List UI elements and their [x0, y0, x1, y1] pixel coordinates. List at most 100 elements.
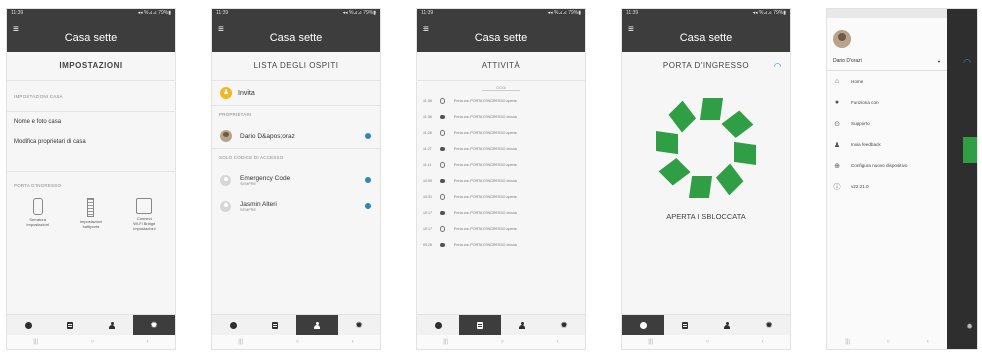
log-text: Porta con PORTA D'INGRESSO aperta — [454, 195, 517, 199]
recents-icon[interactable]: ||| — [845, 339, 850, 345]
app-bar: ≡ Casa sette — [417, 18, 585, 52]
unlocked-status-icon — [439, 98, 446, 105]
lock-status-indicator[interactable] — [622, 88, 790, 208]
info-badge-icon — [365, 133, 371, 139]
screen-settings: 11:39 ◂◂ %⊿⊿ 79%▮ ≡ Casa sette IMPOSTAZI… — [6, 8, 176, 350]
status-time: 11:39 — [626, 10, 639, 16]
app-bar: ≡ Casa sette — [212, 18, 380, 52]
guests-tab-icon — [518, 321, 526, 329]
tab-lock[interactable] — [7, 315, 49, 335]
home-circle-icon[interactable]: ○ — [501, 339, 505, 345]
recents-icon[interactable]: ||| — [238, 339, 243, 345]
guest-row[interactable]: Jasmin Alteri SEMPRE — [212, 193, 380, 219]
home-circle-icon[interactable]: ○ — [887, 339, 891, 345]
invite-row[interactable]: ♟ Invita — [212, 81, 380, 106]
home-circle-icon[interactable]: ○ — [296, 339, 300, 345]
account-selector[interactable]: Dario D'orazi ▼ — [827, 48, 947, 64]
drawer-item-home[interactable]: ⌂ Home — [827, 71, 947, 92]
log-entry: 10:17 Porta con PORTA D'INGRESSO aperta — [417, 221, 585, 237]
info-icon: ⓘ — [833, 183, 841, 191]
edit-owners-item[interactable]: Modifica proprietari di casa — [7, 137, 175, 157]
status-bar: 11:39 ◂◂ %⊿⊿ 79%▮ — [212, 9, 380, 18]
info-badge-icon — [365, 177, 371, 183]
log-text: Porta con PORTA D'INGRESSO chiusa — [454, 243, 517, 247]
bottom-nav: ✹ — [417, 314, 585, 335]
invite-label: Invita — [238, 89, 255, 97]
section-access-codes: SOLO CODICE DI ACCESSO — [219, 155, 284, 160]
screen-guest-list: 11:39 ◂◂ %⊿⊿ 79%▮ ≡ Casa sette LISTA DEG… — [211, 8, 381, 350]
add-guest-icon: ♟ — [220, 87, 232, 99]
tab-settings[interactable]: ✹ — [748, 315, 790, 335]
unlocked-status-icon — [439, 226, 446, 233]
log-entry: 10:17 Porta con PORTA D'INGRESSO chiusa — [417, 205, 585, 221]
app-title: Casa sette — [269, 32, 323, 44]
page-title: IMPOSTAZIONI — [7, 52, 175, 81]
status-time: 11:39 — [11, 10, 24, 16]
system-nav: ||| ○ ‹ — [212, 335, 380, 349]
drawer-item-add-device[interactable]: ⊕ Configura nuovo dispositivo — [827, 155, 947, 176]
tab-activity[interactable] — [459, 315, 501, 335]
drawer-item-feedback[interactable]: ♟ Invia feedback — [827, 134, 947, 155]
back-icon[interactable]: ‹ — [557, 339, 559, 345]
log-entry: 10:31 Porta con PORTA D'INGRESSO aperta — [417, 189, 585, 205]
log-text: Porta con PORTA D'INGRESSO aperta — [454, 227, 517, 231]
home-name-photo-item[interactable]: Nome e foto casa — [7, 112, 175, 137]
unlocked-status-icon — [439, 130, 446, 137]
log-entry: 11:11 Porta con PORTA D'INGRESSO aperta — [417, 157, 585, 173]
avatar — [833, 30, 851, 48]
back-icon[interactable]: ‹ — [927, 339, 929, 345]
tab-activity[interactable] — [254, 315, 296, 335]
app-title: Casa sette — [64, 32, 118, 44]
bottom-nav: ✹ — [622, 314, 790, 335]
doorbell-settings-button[interactable]: Impostazioni battiporta — [67, 198, 115, 231]
tab-guests[interactable] — [706, 315, 748, 335]
tab-lock[interactable] — [212, 315, 254, 335]
app-title: Casa sette — [474, 32, 528, 44]
avatar — [220, 130, 232, 142]
home-circle-icon[interactable]: ○ — [706, 339, 710, 345]
owner-row[interactable]: Dario D&apos;oraz — [212, 124, 380, 148]
date-label: OGGI — [482, 86, 520, 91]
lock-settings-button[interactable]: Serratura Impostazioni — [14, 198, 62, 231]
wifi-bridge-settings-button[interactable]: Connect Wi-Fi Bridge Impostazioni — [120, 198, 168, 231]
home-circle-icon[interactable]: ○ — [91, 339, 95, 345]
app-bar: ≡ Casa sette — [622, 18, 790, 52]
recents-icon[interactable]: ||| — [648, 339, 653, 345]
log-entry: 11:38 Porta con PORTA D'INGRESSO aperta — [417, 93, 585, 109]
back-icon[interactable]: ‹ — [352, 339, 354, 345]
tab-settings[interactable]: ✹ — [133, 315, 175, 335]
status-time: 11:39 — [216, 10, 229, 16]
log-entry: 11:36 Porta con PORTA D'INGRESSO chiusa — [417, 109, 585, 125]
settings-tab-icon: ✹ — [150, 319, 158, 330]
back-icon[interactable]: ‹ — [762, 339, 764, 345]
home-icon: ⌂ — [834, 78, 840, 85]
wifi-icon: ◠ — [963, 57, 971, 67]
tab-activity[interactable] — [49, 315, 91, 335]
tab-settings[interactable]: ✹ — [543, 315, 585, 335]
back-icon[interactable]: ‹ — [147, 339, 149, 345]
recents-icon[interactable]: ||| — [443, 339, 448, 345]
tab-settings[interactable]: ✹ — [338, 315, 380, 335]
recents-icon[interactable]: ||| — [33, 339, 38, 345]
drawer-item-works-with[interactable]: ● Funziona con — [827, 92, 947, 113]
tab-guests[interactable] — [296, 315, 338, 335]
drawer-scrim[interactable]: ◠ ✹ — [947, 9, 977, 349]
drawer-panel: Dario D'orazi ▼ ⌂ Home ● Funziona con ⊙ Sup… — [827, 9, 947, 349]
tab-guests[interactable] — [501, 315, 543, 335]
drawer-item-label: Funziona con — [851, 100, 879, 105]
page-title: ATTIVITÀ — [417, 52, 585, 81]
tab-activity[interactable] — [664, 315, 706, 335]
guest-row[interactable]: Emergency Code SEMPRE — [212, 167, 380, 193]
tab-guests[interactable] — [91, 315, 133, 335]
tab-lock[interactable] — [417, 315, 459, 335]
log-entry: 10:59 Porta con PORTA D'INGRESSO chiusa — [417, 173, 585, 189]
log-entry: 11:27 Porta con PORTA D'INGRESSO chiusa — [417, 141, 585, 157]
owner-name: Dario D&apos;oraz — [240, 132, 295, 140]
tab-lock[interactable] — [622, 315, 664, 335]
status-indicators: ◂◂ %⊿⊿ 79%▮ — [752, 10, 786, 16]
drawer-item-support[interactable]: ⊙ Supporto — [827, 113, 947, 134]
status-indicators: ◂◂ %⊿⊿ 79%▮ — [137, 10, 171, 16]
system-nav: ||| ○ ‹ — [827, 335, 947, 349]
locked-status-icon — [439, 114, 446, 121]
log-time: 10:17 — [423, 211, 432, 215]
